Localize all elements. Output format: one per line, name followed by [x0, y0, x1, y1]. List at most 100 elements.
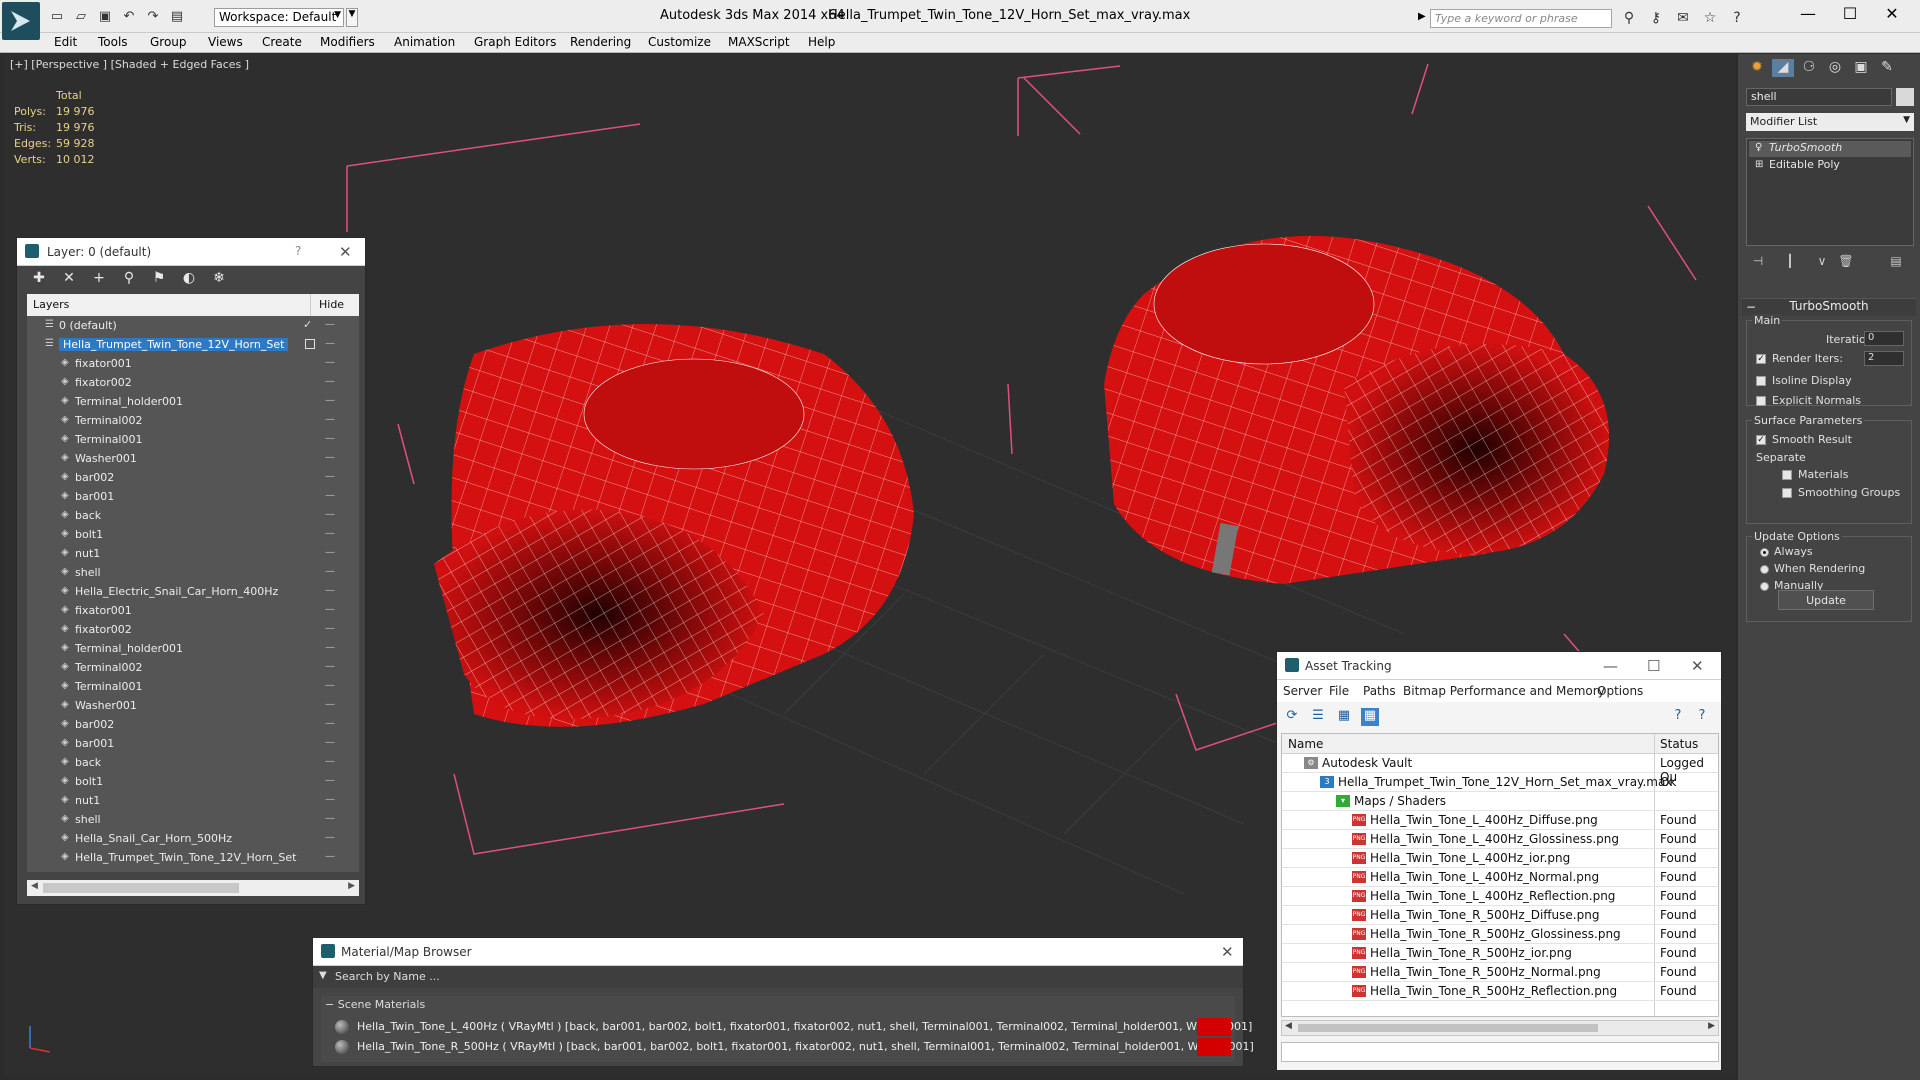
help-icon[interactable]: ?	[1728, 9, 1746, 27]
maximize-icon[interactable]: ☐	[1647, 657, 1660, 675]
iterations-spinner[interactable]: 0	[1864, 331, 1904, 346]
undo-icon[interactable]: ↶	[120, 8, 138, 24]
help-icon[interactable]: ?	[1669, 708, 1687, 726]
workspace-dropdown[interactable]: Workspace: Default ▼	[214, 8, 344, 27]
hide-toggle[interactable]: —	[325, 775, 335, 786]
hide-toggle[interactable]: —	[325, 509, 335, 520]
make-unique-icon[interactable]: ∨	[1812, 254, 1832, 272]
remove-modifier-icon[interactable]: 🗑	[1836, 254, 1856, 272]
hide-toggle[interactable]: —	[325, 357, 335, 368]
delete-layer-icon[interactable]: ✕	[59, 270, 79, 288]
scroll-right-icon[interactable]: ▶	[348, 881, 355, 891]
hide-toggle[interactable]: —	[325, 623, 335, 634]
object-name-field[interactable]: shell	[1746, 88, 1892, 106]
hide-toggle[interactable]: —	[325, 699, 335, 710]
layer-hscrollbar[interactable]: ◀ ▶	[27, 880, 359, 896]
layer-row[interactable]: ☰ Hella_Trumpet_Twin_Tone_12V_Horn_Set —	[27, 335, 359, 354]
motion-tab-icon[interactable]: ◎	[1824, 59, 1846, 77]
new-layer-icon[interactable]: ✚	[29, 270, 49, 288]
layer-object-row[interactable]: ◈ Hella_Snail_Car_Horn_500Hz —	[27, 829, 359, 848]
layer-object-row[interactable]: ◈ bar001 —	[27, 734, 359, 753]
hide-toggle[interactable]: —	[325, 661, 335, 672]
layer-panel-titlebar[interactable]: Layer: 0 (default) ? ✕	[17, 238, 365, 266]
layer-object-row[interactable]: ◈ Hella_Trumpet_Twin_Tone_12V_Horn_Set —	[27, 848, 359, 867]
close-button[interactable]: ✕	[1872, 4, 1912, 28]
asset-row[interactable]: PNG Hella_Twin_Tone_L_400Hz_Glossiness.pn…	[1282, 830, 1718, 849]
layer-object-row[interactable]: ◈ Washer001 —	[27, 449, 359, 468]
hide-toggle[interactable]: —	[325, 566, 335, 577]
star-icon[interactable]: ☆	[1701, 9, 1719, 27]
menu-server[interactable]: Server	[1283, 684, 1322, 698]
layer-object-row[interactable]: ◈ bolt1 —	[27, 525, 359, 544]
layer-box-icon[interactable]	[305, 339, 315, 349]
pin-stack-icon[interactable]: ⊣	[1748, 254, 1768, 272]
stack-item-turbosmooth[interactable]: ♀ TurboSmooth	[1749, 141, 1911, 157]
menu-views[interactable]: Views	[208, 35, 243, 49]
scroll-thumb[interactable]	[1298, 1024, 1598, 1032]
options-dropdown-icon[interactable]: ▼	[319, 970, 327, 981]
hide-toggle[interactable]: —	[325, 433, 335, 444]
asset-row[interactable]: PNG Hella_Twin_Tone_L_400Hz_Reflection.pn…	[1282, 887, 1718, 906]
layer-object-row[interactable]: ◈ shell —	[27, 563, 359, 582]
menu-bitmap-performance[interactable]: Bitmap Performance and Memory	[1403, 684, 1605, 698]
asset-row[interactable]: PNG Hella_Twin_Tone_L_400Hz_Normal.png Fou…	[1282, 868, 1718, 887]
communication-icon[interactable]: ✉	[1674, 9, 1692, 27]
hide-toggle[interactable]: —	[325, 851, 335, 862]
hide-toggle[interactable]: —	[325, 376, 335, 387]
hide-toggle[interactable]: —	[325, 395, 335, 406]
material-item[interactable]: Hella_Twin_Tone_L_400Hz ( VRayMtl ) [bac…	[327, 1018, 1252, 1036]
smoothing-groups-checkbox[interactable]	[1782, 488, 1792, 498]
select-objects-icon[interactable]: ⚲	[119, 270, 139, 288]
menu-file[interactable]: File	[1329, 684, 1349, 698]
hide-toggle[interactable]: —	[325, 338, 335, 349]
close-icon[interactable]: ✕	[1221, 943, 1234, 961]
hide-toggle[interactable]: —	[325, 680, 335, 691]
display-tab-icon[interactable]: ▣	[1850, 59, 1872, 77]
refresh-icon[interactable]: ⟳	[1283, 708, 1301, 726]
thumbnail-view-icon[interactable]: ▦	[1335, 708, 1353, 726]
viewport-label[interactable]: [+] [Perspective ] [Shaded + Edged Faces…	[10, 58, 249, 71]
hide-toggle[interactable]: —	[325, 585, 335, 596]
layer-object-row[interactable]: ◈ fixator001 —	[27, 354, 359, 373]
create-tab-icon[interactable]: ✹	[1746, 59, 1768, 77]
material-item[interactable]: Hella_Twin_Tone_R_500Hz ( VRayMtl ) [bac…	[327, 1038, 1254, 1056]
menu-edit[interactable]: Edit	[54, 35, 77, 49]
menu-tools[interactable]: Tools	[98, 35, 128, 49]
highlight-layer-icon[interactable]: ⚑	[149, 270, 169, 288]
show-end-result-icon[interactable]: ┃	[1780, 254, 1800, 272]
asset-row[interactable]: PNG Hella_Twin_Tone_R_500Hz_Diffuse.png Fo…	[1282, 906, 1718, 925]
menu-group[interactable]: Group	[150, 35, 187, 49]
hide-toggle[interactable]: —	[325, 414, 335, 425]
render-iters-checkbox[interactable]: ✓	[1756, 354, 1766, 364]
layer-object-row[interactable]: ◈ fixator001 —	[27, 601, 359, 620]
asset-row[interactable]: PNG Hella_Twin_Tone_L_400Hz_Diffuse.png Fo…	[1282, 811, 1718, 830]
layer-object-row[interactable]: ◈ Terminal001 —	[27, 430, 359, 449]
minimize-icon[interactable]: —	[1603, 657, 1618, 675]
when-rendering-radio[interactable]	[1760, 565, 1769, 574]
help-context-icon[interactable]: ?	[1693, 708, 1711, 726]
layer-row[interactable]: ☰ 0 (default) ✓ —	[27, 316, 359, 335]
asset-row[interactable]: 3 Hella_Trumpet_Twin_Tone_12V_Horn_Set_ma…	[1282, 773, 1718, 792]
hide-all-icon[interactable]: ◐	[179, 270, 199, 288]
table-view-icon[interactable]: ▦	[1361, 708, 1379, 726]
hide-toggle[interactable]: —	[325, 452, 335, 463]
hide-toggle[interactable]: —	[325, 813, 335, 824]
layer-object-row[interactable]: ◈ shell —	[27, 810, 359, 829]
menu-graph-editors[interactable]: Graph Editors	[474, 35, 556, 49]
asset-hscrollbar[interactable]: ◀ ▶	[1281, 1020, 1719, 1036]
modifier-list-dropdown[interactable]: Modifier List ▼	[1746, 113, 1914, 131]
add-to-layer-icon[interactable]: +	[89, 270, 109, 288]
hide-toggle[interactable]: —	[325, 794, 335, 805]
hide-column[interactable]: Hide	[319, 298, 344, 311]
layer-object-row[interactable]: ◈ Terminal001 —	[27, 677, 359, 696]
redo-icon[interactable]: ↷	[144, 8, 162, 24]
update-button[interactable]: Update	[1778, 590, 1874, 610]
asset-row[interactable]: ▾ Maps / Shaders	[1282, 792, 1718, 811]
help-icon[interactable]: ?	[295, 244, 301, 258]
layer-object-row[interactable]: ◈ Terminal_holder001 —	[27, 392, 359, 411]
layer-object-row[interactable]: ◈ Terminal002 —	[27, 658, 359, 677]
stack-item-editable-poly[interactable]: ⊞ Editable Poly	[1749, 158, 1911, 174]
menu-rendering[interactable]: Rendering	[570, 35, 631, 49]
search-input[interactable]: Type a keyword or phrase	[1430, 9, 1612, 28]
layer-object-row[interactable]: ◈ Washer001 —	[27, 696, 359, 715]
